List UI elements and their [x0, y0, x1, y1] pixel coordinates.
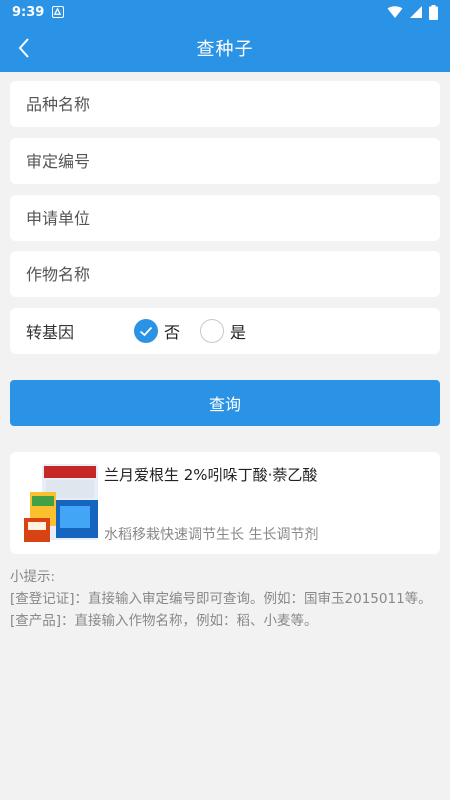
- crop-name-field: [10, 251, 440, 297]
- result-product-name: 兰月爱根生 2%吲哚丁酸·萘乙酸: [104, 466, 318, 484]
- gmo-no-radio[interactable]: 否: [134, 319, 180, 343]
- page-title: 查种子: [196, 39, 254, 60]
- approval-number-field: [10, 138, 440, 184]
- tip-line-registration: [查登记证]：直接输入审定编号即可查询。例如：国审玉2015011等。: [10, 591, 432, 607]
- applicant-field: [10, 195, 440, 241]
- back-button[interactable]: [8, 32, 40, 64]
- crop-name-input[interactable]: [10, 251, 440, 297]
- chevron-left-icon: [18, 38, 29, 58]
- status-bar: 9:39: [0, 0, 450, 24]
- variety-name-field: [10, 81, 440, 127]
- status-icons: [387, 4, 438, 20]
- app-bar: 查种子: [0, 24, 450, 72]
- gmo-yes-label: 是: [230, 323, 247, 342]
- gmo-row: 转基因 否 是: [10, 308, 440, 354]
- variety-name-input[interactable]: [10, 81, 440, 127]
- gmo-yes-radio[interactable]: 是: [200, 319, 246, 343]
- product-image: [24, 464, 98, 542]
- approval-number-input[interactable]: [10, 138, 440, 184]
- query-button[interactable]: 查询: [10, 380, 440, 426]
- applicant-input[interactable]: [10, 195, 440, 241]
- gmo-label: 转基因: [26, 323, 75, 342]
- result-product-description: 水稻移栽快速调节生长 生长调节剂: [104, 527, 319, 543]
- signal-icon: [410, 6, 422, 18]
- tips-section: 小提示: [查登记证]：直接输入审定编号即可查询。例如：国审玉2015011等。…: [10, 566, 440, 632]
- notification-icon: [52, 6, 65, 18]
- radio-empty-icon: [200, 319, 224, 343]
- battery-icon: [429, 4, 438, 20]
- status-time: 9:39: [12, 4, 45, 20]
- tips-title: 小提示:: [10, 569, 56, 585]
- result-card[interactable]: 兰月爱根生 2%吲哚丁酸·萘乙酸 水稻移栽快速调节生长 生长调节剂: [10, 452, 440, 554]
- tip-line-product: [查产品]：直接输入作物名称，例如：稻、小麦等。: [10, 613, 318, 629]
- wifi-icon: [387, 6, 403, 18]
- check-icon: [134, 319, 158, 343]
- gmo-no-label: 否: [164, 323, 181, 342]
